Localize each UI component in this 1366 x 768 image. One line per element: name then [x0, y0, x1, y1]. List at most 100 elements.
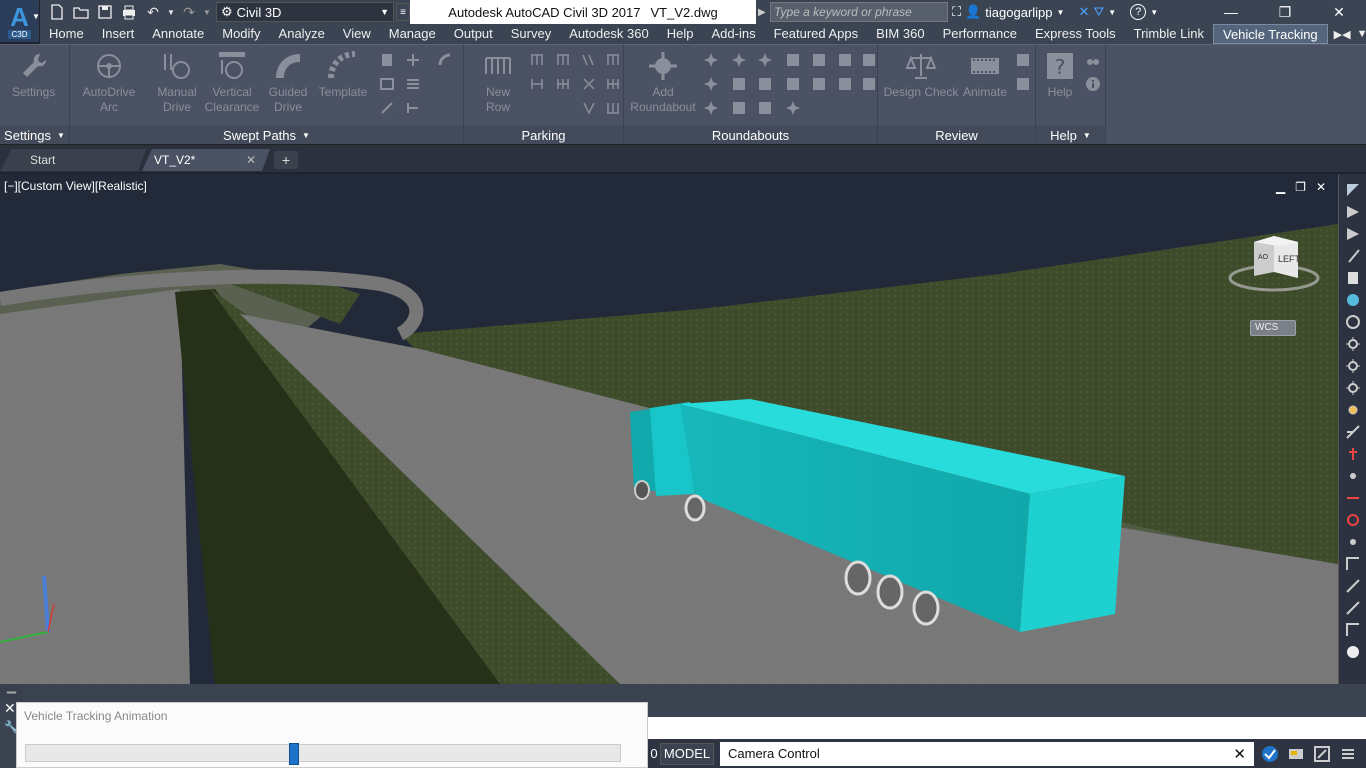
- tab-vehicle-tracking[interactable]: Vehicle Tracking: [1213, 24, 1328, 44]
- tab-analyze[interactable]: Analyze: [270, 24, 334, 44]
- help-icon[interactable]: ?: [1130, 4, 1147, 20]
- chevron-down-icon[interactable]: ▼: [1150, 8, 1158, 17]
- tab-performance[interactable]: Performance: [934, 24, 1026, 44]
- parking-icon[interactable]: [580, 75, 598, 93]
- tool-icon[interactable]: [378, 51, 396, 69]
- redo-dropdown-icon[interactable]: ▼: [202, 2, 212, 22]
- roundabout-tool-icon[interactable]: [836, 51, 854, 69]
- pan-icon[interactable]: [1344, 204, 1362, 220]
- redo-icon[interactable]: ↷: [178, 2, 200, 22]
- orbit-icon[interactable]: [1344, 248, 1362, 264]
- roundabout-tool-icon[interactable]: [702, 99, 720, 117]
- file-tab-vt-v2[interactable]: VT_V2* ✕: [142, 149, 270, 171]
- parking-icon[interactable]: [528, 51, 546, 69]
- parking-icon[interactable]: [554, 75, 572, 93]
- camera-icon[interactable]: [1260, 744, 1280, 764]
- print-icon[interactable]: [118, 2, 140, 22]
- measure-icon[interactable]: [1344, 556, 1362, 572]
- viewcube[interactable]: LEFT AO: [1226, 232, 1322, 298]
- tab-trimble-link[interactable]: Trimble Link: [1125, 24, 1213, 44]
- measure-icon[interactable]: [1344, 578, 1362, 594]
- tab-help[interactable]: Help: [658, 24, 703, 44]
- close-icon[interactable]: ✕: [246, 149, 256, 171]
- close-icon[interactable]: ✕: [1316, 180, 1326, 194]
- tab-manage[interactable]: Manage: [380, 24, 445, 44]
- binoculars-icon[interactable]: ⛶: [952, 4, 961, 20]
- parking-icon[interactable]: [604, 75, 622, 93]
- parking-icon[interactable]: [554, 51, 572, 69]
- file-tab-start[interactable]: Start: [0, 149, 146, 171]
- chevron-down-icon[interactable]: ▼: [1108, 8, 1116, 17]
- pin-icon[interactable]: [1344, 446, 1362, 462]
- roundabout-tool-icon[interactable]: [702, 75, 720, 93]
- customize-qat-icon[interactable]: ≡: [396, 3, 410, 21]
- new-row-button[interactable]: New Row: [472, 49, 524, 115]
- chevron-down-icon[interactable]: ▼: [1057, 8, 1065, 17]
- chevron-down-icon[interactable]: ▼: [32, 12, 40, 21]
- target-icon[interactable]: [1344, 380, 1362, 396]
- roundabout-tool-icon[interactable]: [756, 75, 774, 93]
- autodrive-arc-button[interactable]: AutoDrive Arc: [82, 49, 136, 115]
- tool-icon[interactable]: [378, 99, 396, 117]
- tab-annotate[interactable]: Annotate: [143, 24, 213, 44]
- animation-slider-thumb[interactable]: [288, 743, 299, 765]
- review-tool-icon[interactable]: [1014, 75, 1032, 93]
- roundabout-tool-icon[interactable]: [810, 75, 828, 93]
- settings-button[interactable]: Settings: [12, 49, 55, 100]
- save-icon[interactable]: [94, 2, 116, 22]
- user-name[interactable]: tiagogarlipp: [985, 5, 1052, 20]
- roundabout-tool-icon[interactable]: [810, 51, 828, 69]
- close-icon[interactable]: ✕: [4, 700, 16, 717]
- snap-icon[interactable]: [1344, 424, 1362, 440]
- tool-icon[interactable]: [404, 51, 422, 69]
- target-icon[interactable]: [1344, 358, 1362, 374]
- panel-settings-title[interactable]: Settings ▼: [0, 125, 69, 145]
- tab-home[interactable]: Home: [40, 24, 93, 44]
- application-menu-button[interactable]: A C3D: [0, 0, 40, 42]
- minimize-icon[interactable]: —: [1204, 0, 1258, 24]
- compass-icon[interactable]: [1344, 644, 1362, 660]
- a360-icon[interactable]: ⛛: [1093, 4, 1104, 20]
- undo-dropdown-icon[interactable]: ▼: [166, 2, 176, 22]
- ribbon-more-icon[interactable]: ▶◀ ▼: [1328, 28, 1366, 41]
- snap-icon[interactable]: [1344, 468, 1362, 484]
- minimize-icon[interactable]: ▁: [1276, 180, 1285, 194]
- zoom-icon[interactable]: [1344, 226, 1362, 242]
- target-icon[interactable]: [1344, 336, 1362, 352]
- wcs-menu[interactable]: WCS: [1250, 320, 1296, 336]
- user-icon[interactable]: 👤: [965, 4, 981, 20]
- open-folder-icon[interactable]: [70, 2, 92, 22]
- grip-handle-icon[interactable]: ▪▪▪▪▪: [0, 684, 22, 700]
- menu-icon[interactable]: [1338, 744, 1358, 764]
- add-roundabout-button[interactable]: Add Roundabout: [628, 49, 698, 115]
- parking-icon[interactable]: [528, 75, 546, 93]
- restore-icon[interactable]: ❐: [1295, 180, 1306, 194]
- parking-icon[interactable]: [604, 51, 622, 69]
- roundabout-tool-icon[interactable]: [730, 99, 748, 117]
- search-expand-icon[interactable]: ▶: [758, 2, 770, 22]
- fullscreen-icon[interactable]: [1312, 744, 1332, 764]
- model-space-button[interactable]: MODEL: [660, 742, 714, 765]
- animation-slider-track[interactable]: [25, 744, 621, 762]
- animate-button[interactable]: Animate: [960, 49, 1010, 100]
- tab-view[interactable]: View: [334, 24, 380, 44]
- parking-icon[interactable]: [580, 51, 598, 69]
- parking-icon[interactable]: [604, 99, 622, 117]
- annotation-scale-icon[interactable]: [1286, 744, 1306, 764]
- command-line-input[interactable]: [648, 717, 1366, 739]
- roundabout-tool-icon[interactable]: [730, 75, 748, 93]
- roundabout-tool-icon[interactable]: [784, 51, 802, 69]
- roundabout-tool-icon[interactable]: [756, 51, 774, 69]
- design-check-button[interactable]: Design Check: [882, 49, 960, 100]
- close-icon[interactable]: ✕: [1312, 0, 1366, 24]
- new-tab-button[interactable]: +: [274, 151, 298, 169]
- roundabout-tool-icon[interactable]: [784, 75, 802, 93]
- manual-drive-button[interactable]: Manual Drive: [152, 49, 202, 115]
- roundabout-tool-icon[interactable]: [860, 75, 878, 93]
- snap-icon[interactable]: [1344, 490, 1362, 506]
- tab-autodesk-360[interactable]: Autodesk 360: [560, 24, 658, 44]
- tab-survey[interactable]: Survey: [502, 24, 560, 44]
- exchange-icon[interactable]: ✕: [1078, 4, 1089, 20]
- workspace-dropdown[interactable]: ⚙ Civil 3D ▼: [216, 2, 394, 22]
- tab-output[interactable]: Output: [445, 24, 502, 44]
